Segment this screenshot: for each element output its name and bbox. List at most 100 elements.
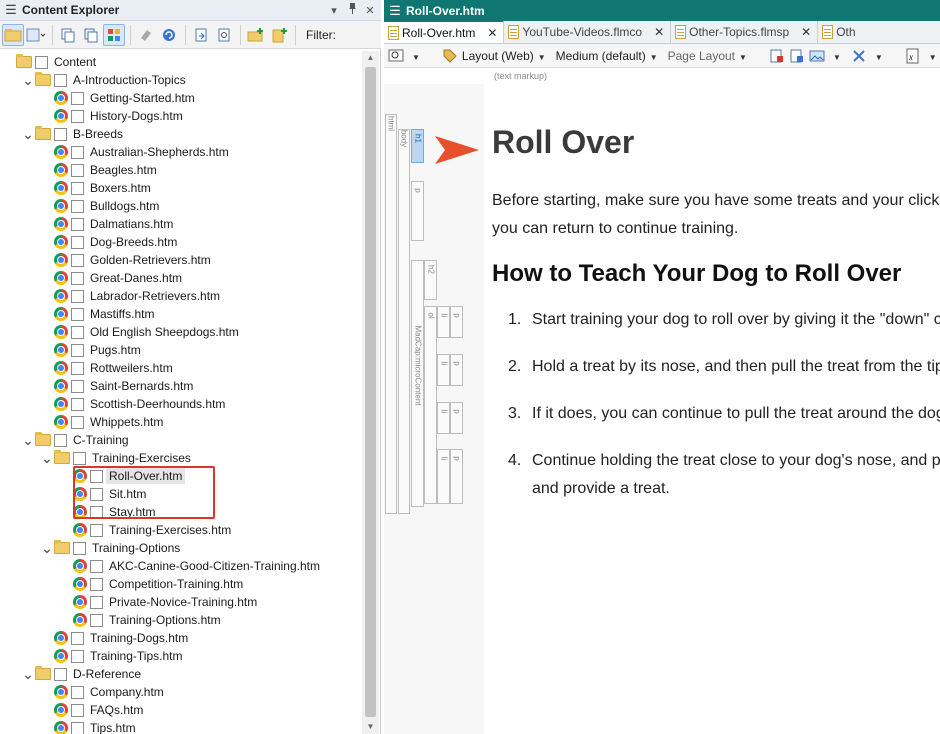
tree-checkbox[interactable] [71,199,84,213]
editor-menu-icon[interactable]: ☰ [384,3,406,19]
tree-file-row[interactable]: Whippets.htm [40,413,163,431]
tree-checkbox[interactable] [90,523,103,537]
tree-checkbox[interactable] [90,559,103,573]
tree-folder-row[interactable]: Content [2,53,96,71]
tree-checkbox[interactable] [71,703,84,717]
tree-checkbox[interactable] [71,343,84,357]
structure-bar-microcontent[interactable]: MadCap:microContent [411,260,424,507]
page-layout-dropdown[interactable]: Page Layout ▼ [668,49,747,63]
pin-icon[interactable] [345,3,359,17]
tree-checkbox[interactable] [71,235,84,249]
show-changes-icon[interactable] [789,48,805,64]
cross-reference-icon[interactable] [851,48,867,64]
formula-dropdown-caret[interactable]: ▼ [925,49,937,63]
structure-bar-p[interactable]: p [411,181,424,241]
tree-checkbox[interactable] [71,379,84,393]
structure-bar-h2[interactable]: h2 [424,260,437,300]
view-mode-button[interactable] [25,24,47,46]
tree-file-row[interactable]: Sit.htm [59,485,146,503]
close-tab-icon[interactable]: ✕ [487,26,497,40]
tree-folder-row[interactable]: ⌄ B-Breeds [21,125,123,143]
tree-checkbox[interactable] [71,181,84,195]
chevron-down-icon[interactable]: ⌄ [40,451,54,465]
chevron-down-icon[interactable]: ⌄ [21,127,35,141]
properties-icon[interactable] [213,24,235,46]
tree-checkbox[interactable] [73,541,86,555]
tree-checkbox[interactable] [71,253,84,267]
tree-checkbox[interactable] [71,721,84,734]
zoom-dropdown-caret[interactable]: ▼ [408,49,420,63]
new-folder-icon[interactable] [245,24,267,46]
tree-file-row[interactable]: Competition-Training.htm [59,575,243,593]
tree-checkbox[interactable] [90,595,103,609]
paste-button[interactable] [80,24,102,46]
tree-file-row[interactable]: Training-Options.htm [59,611,221,629]
tree-file-row[interactable]: Training-Tips.htm [40,647,182,665]
tree-file-row[interactable]: Labrador-Retrievers.htm [40,287,220,305]
xref-dropdown-caret[interactable]: ▼ [871,49,883,63]
structure-bar-ol[interactable]: ol [424,306,437,504]
tree-file-row[interactable]: Golden-Retrievers.htm [40,251,211,269]
refresh-icon[interactable] [158,24,180,46]
structure-bar-li-p[interactable]: p [450,402,463,434]
tree-checkbox[interactable] [71,271,84,285]
tree-checkbox[interactable] [90,505,103,519]
scroll-down-arrow-icon[interactable]: ▼ [362,720,379,734]
tree-checkbox[interactable] [71,307,84,321]
tree-scrollbar[interactable]: ▲ ▼ [362,51,379,734]
structure-bar-body[interactable]: body [398,129,410,514]
open-file-icon[interactable] [190,24,212,46]
tree-checkbox[interactable] [90,613,103,627]
tree-folder-row[interactable]: ⌄ Training-Exercises [40,449,191,467]
tree-checkbox[interactable] [90,469,103,483]
structure-bar-li[interactable]: li [437,306,450,338]
tree-file-row[interactable]: Dog-Breeds.htm [40,233,177,251]
tree-file-row[interactable]: Old English Sheepdogs.htm [40,323,239,341]
layout-dropdown[interactable]: Layout (Web) ▼ [462,49,546,63]
scrollbar-thumb[interactable] [365,67,376,717]
close-tab-icon[interactable]: ✕ [801,25,811,39]
close-tab-icon[interactable]: ✕ [654,25,664,39]
tree-checkbox[interactable] [71,397,84,411]
tree-file-row[interactable]: Dalmatians.htm [40,215,173,233]
tree-checkbox[interactable] [71,649,84,663]
tree-file-row[interactable]: FAQs.htm [40,701,143,719]
tab-other-topics[interactable]: Other-Topics.flmsp ✕ [671,21,819,43]
tree-folder-row[interactable]: ⌄ C-Training [21,431,129,449]
tree-folder-row[interactable]: ⌄ Training-Options [40,539,180,557]
structure-bar-li-p[interactable]: p [450,354,463,386]
medium-dropdown[interactable]: Medium (default) ▼ [556,49,658,63]
scroll-up-arrow-icon[interactable]: ▲ [362,51,379,65]
tree-checkbox[interactable] [35,55,48,69]
tree-checkbox[interactable] [71,685,84,699]
tree-checkbox[interactable] [71,361,84,375]
tree-file-row[interactable]: History-Dogs.htm [40,107,183,125]
show-files-button[interactable] [2,23,24,46]
tree-checkbox[interactable] [73,451,86,465]
structure-bar-li-p[interactable]: p [450,449,463,504]
chevron-down-icon[interactable]: ⌄ [21,73,35,87]
tree-checkbox[interactable] [90,487,103,501]
tree-folder-row[interactable]: ⌄ A-Introduction-Topics [21,71,186,89]
panel-menu-icon[interactable]: ☰ [0,2,22,18]
structure-bar-html[interactable]: html [385,114,397,514]
tree-checkbox[interactable] [90,577,103,591]
tree-checkbox[interactable] [71,289,84,303]
tree-file-row[interactable]: AKC-Canine-Good-Citizen-Training.htm [59,557,320,575]
tree-file-row[interactable]: Pugs.htm [40,341,141,359]
tree-checkbox[interactable] [54,667,67,681]
tree-checkbox[interactable] [71,109,84,123]
tree-checkbox[interactable] [54,73,67,87]
document-content[interactable]: Roll Over Before starting, make sure you… [492,84,940,734]
tree-file-row[interactable]: Private-Novice-Training.htm [59,593,257,611]
tree-file-row[interactable]: Getting-Started.htm [40,89,195,107]
tree-file-row[interactable]: Rottweilers.htm [40,359,173,377]
tree-file-row[interactable]: Saint-Bernards.htm [40,377,193,395]
formula-icon[interactable]: x [905,48,921,64]
tree-file-row[interactable]: Roll-Over.htm [59,467,186,485]
tree-checkbox[interactable] [71,631,84,645]
dependencies-icon[interactable] [135,24,157,46]
tree-checkbox[interactable] [71,217,84,231]
tree-file-row[interactable]: Tips.htm [40,719,136,734]
tree-file-row[interactable]: Training-Dogs.htm [40,629,188,647]
